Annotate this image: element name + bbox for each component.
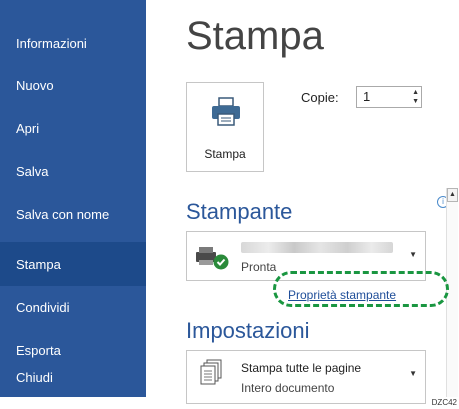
sidebar-item-salva-con-nome[interactable]: Salva con nome: [0, 192, 146, 236]
print-range-dropdown[interactable]: Stampa tutte le pagine Intero documento …: [186, 350, 426, 404]
sidebar-item-nuovo[interactable]: Nuovo: [0, 63, 146, 107]
pages-icon: [199, 359, 223, 394]
increment-icon[interactable]: ▲: [412, 89, 419, 97]
sidebar-item-chiudi[interactable]: Chiudi: [0, 355, 146, 399]
print-panel: Stampa Stampa Copie: 1 ▲ ▼ Stampante i ▲: [146, 0, 459, 404]
settings-section-title: Impostazioni: [186, 318, 310, 343]
printer-icon: [210, 97, 242, 132]
print-range-value: Stampa tutte le pagine: [241, 361, 362, 375]
scroll-up-icon[interactable]: ▲: [447, 188, 458, 202]
chevron-down-icon: ▼: [409, 369, 417, 378]
printer-status-icon: [193, 244, 231, 277]
copies-label: Copie:: [301, 90, 339, 105]
sidebar-item-apri[interactable]: Apri: [0, 106, 146, 150]
copies-stepper[interactable]: 1 ▲ ▼: [356, 86, 422, 108]
printer-properties-link[interactable]: Proprietà stampante: [288, 288, 396, 302]
sidebar-item-stampa[interactable]: Stampa: [0, 242, 146, 286]
sidebar: Informazioni Nuovo Apri Salva Salva con …: [0, 0, 146, 397]
print-range-subtext: Intero documento: [241, 381, 335, 395]
sidebar-item-salva[interactable]: Salva: [0, 149, 146, 193]
print-button-label: Stampa: [204, 147, 246, 161]
sidebar-item-condividi[interactable]: Condividi: [0, 285, 146, 329]
page-title: Stampa: [186, 14, 324, 58]
figure-caption: DZC42: [431, 398, 457, 407]
copies-value: 1: [363, 89, 371, 104]
print-button[interactable]: Stampa: [186, 82, 264, 172]
decrement-icon[interactable]: ▼: [412, 98, 419, 106]
printer-name-redacted: [241, 242, 393, 253]
sidebar-item-informazioni[interactable]: Informazioni: [0, 21, 146, 65]
chevron-down-icon: ▼: [409, 250, 417, 259]
printer-status: Pronta: [241, 260, 277, 274]
printer-section-title: Stampante: [186, 199, 293, 224]
